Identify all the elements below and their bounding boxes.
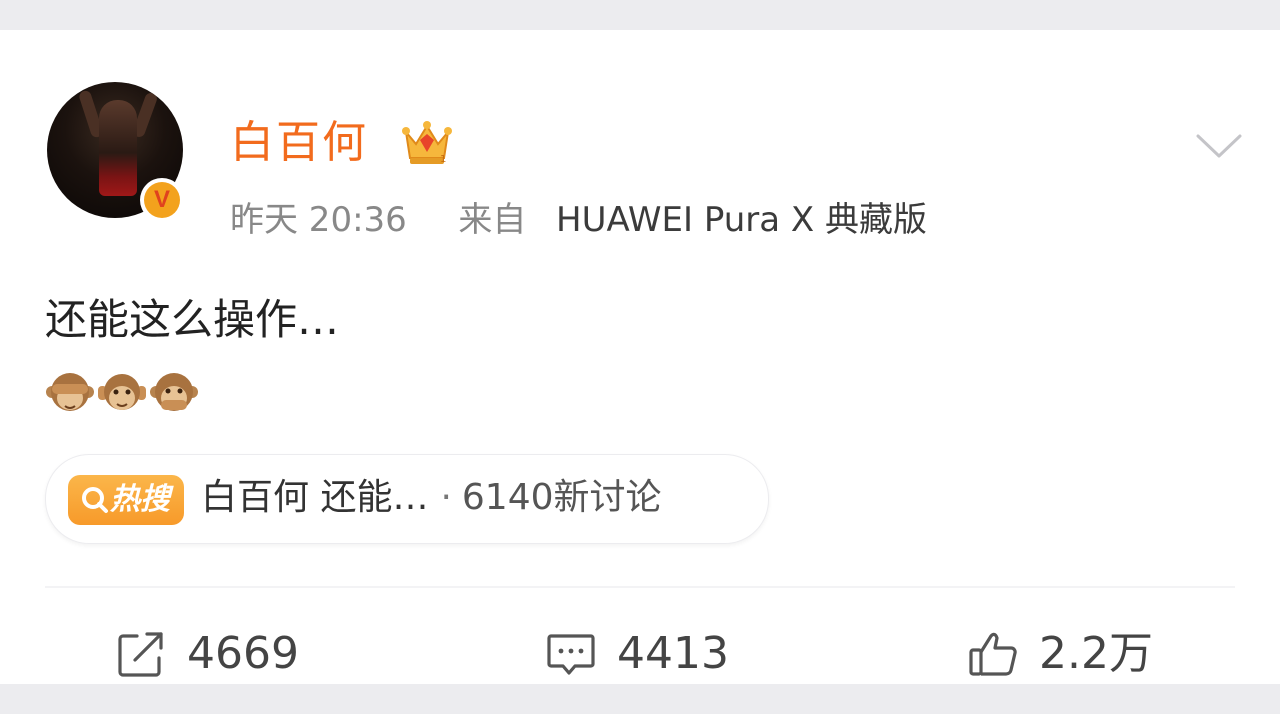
like-count: 2.2万 bbox=[1039, 628, 1153, 679]
repost-count: 4669 bbox=[187, 628, 299, 679]
post-text: 还能这么操作… bbox=[45, 295, 340, 344]
speak-no-evil-monkey-icon bbox=[150, 373, 198, 411]
search-icon bbox=[82, 487, 108, 513]
hot-search-badge: 热搜 bbox=[68, 475, 184, 525]
thumbs-up-icon bbox=[969, 632, 1017, 676]
post-meta: 昨天 20:36 来自 HUAWEI Pura X 典藏版 bbox=[230, 198, 927, 242]
hear-no-evil-monkey-icon bbox=[98, 374, 146, 410]
see-no-evil-monkey-icon bbox=[46, 373, 94, 411]
comment-icon bbox=[547, 634, 595, 675]
svg-text:1: 1 bbox=[440, 154, 446, 165]
chevron-down-icon[interactable] bbox=[1195, 130, 1243, 160]
repost-button[interactable]: 4669 bbox=[115, 626, 299, 682]
hot-search-badge-label: 热搜 bbox=[110, 482, 170, 517]
like-button[interactable]: 2.2万 bbox=[967, 626, 1153, 682]
author-name[interactable]: 白百何 bbox=[230, 118, 368, 168]
source-prefix: 来自 bbox=[458, 200, 527, 240]
hot-search-text: 白百何 还能… · 6140新讨论 bbox=[201, 473, 662, 523]
hot-search-chip[interactable]: 热搜 白百何 还能… · 6140新讨论 bbox=[45, 454, 769, 544]
source-device[interactable]: HUAWEI Pura X 典藏版 bbox=[556, 200, 927, 240]
comment-count: 4413 bbox=[617, 628, 729, 679]
divider bbox=[45, 586, 1235, 588]
hot-search-title: 白百何 还能… bbox=[201, 477, 429, 518]
crown-icon: 1 bbox=[402, 121, 452, 165]
hot-search-separator: · bbox=[440, 477, 452, 518]
repost-icon bbox=[118, 632, 163, 677]
verified-badge-icon: V bbox=[140, 178, 184, 222]
post-time: 昨天 20:36 bbox=[230, 200, 407, 240]
hot-search-count: 6140新讨论 bbox=[461, 477, 662, 518]
avatar-figure bbox=[99, 100, 137, 196]
comment-button[interactable]: 4413 bbox=[545, 626, 729, 682]
weibo-post-card: V 白百何 1 昨天 20:36 来自 HUAWEI Pura X 典藏版 还能… bbox=[0, 30, 1280, 684]
